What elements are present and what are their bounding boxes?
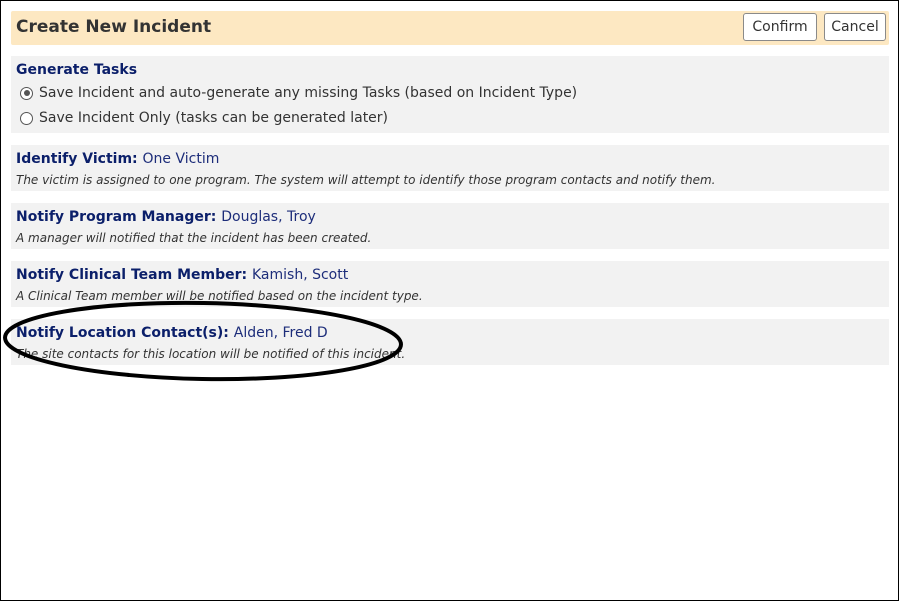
section-value: Kamish, Scott	[251, 267, 349, 283]
dialog-title: Create New Incident	[16, 17, 212, 37]
section-label: Notify Location Contact(s):	[16, 325, 229, 341]
notify-location-contacts-panel: Notify Location Contact(s): Alden, Fred …	[11, 319, 889, 365]
radio-option-auto-generate[interactable]: Save Incident and auto-generate any miss…	[20, 83, 577, 103]
section-value: One Victim	[142, 151, 220, 167]
cancel-button[interactable]: Cancel	[824, 13, 886, 41]
dialog-header: Create New Incident Confirm Cancel	[11, 11, 889, 45]
section-description: The victim is assigned to one program. T…	[16, 173, 716, 187]
section-value: Douglas, Troy	[221, 209, 316, 225]
notify-clinical-team-title: Notify Clinical Team Member: Kamish, Sco…	[16, 267, 348, 283]
identify-victim-title: Identify Victim: One Victim	[16, 151, 219, 167]
section-label: Notify Clinical Team Member:	[16, 267, 248, 283]
generate-tasks-heading: Generate Tasks	[16, 62, 138, 78]
notify-program-manager-title: Notify Program Manager: Douglas, Troy	[16, 209, 316, 225]
radio-option-save-only[interactable]: Save Incident Only (tasks can be generat…	[20, 108, 388, 128]
confirm-button[interactable]: Confirm	[743, 13, 817, 41]
dialog-window: Create New Incident Confirm Cancel Gener…	[0, 0, 899, 601]
section-description: The site contacts for this location will…	[16, 347, 406, 361]
identify-victim-panel: Identify Victim: One Victim The victim i…	[11, 145, 889, 191]
radio-option-label: Save Incident and auto-generate any miss…	[39, 85, 578, 101]
section-label: Notify Program Manager:	[16, 209, 217, 225]
radio-button-unchecked-icon[interactable]	[20, 111, 33, 125]
radio-option-label: Save Incident Only (tasks can be generat…	[39, 110, 389, 126]
notify-location-contacts-title: Notify Location Contact(s): Alden, Fred …	[16, 325, 328, 341]
notify-clinical-team-panel: Notify Clinical Team Member: Kamish, Sco…	[11, 261, 889, 307]
section-description: A Clinical Team member will be notified …	[16, 289, 423, 303]
section-value: Alden, Fred D	[233, 325, 328, 341]
section-label: Identify Victim:	[16, 151, 138, 167]
section-description: A manager will notified that the inciden…	[16, 231, 372, 245]
notify-program-manager-panel: Notify Program Manager: Douglas, Troy A …	[11, 203, 889, 249]
generate-tasks-panel: Generate Tasks Save Incident and auto-ge…	[11, 56, 889, 133]
radio-button-checked-icon[interactable]	[20, 86, 33, 100]
